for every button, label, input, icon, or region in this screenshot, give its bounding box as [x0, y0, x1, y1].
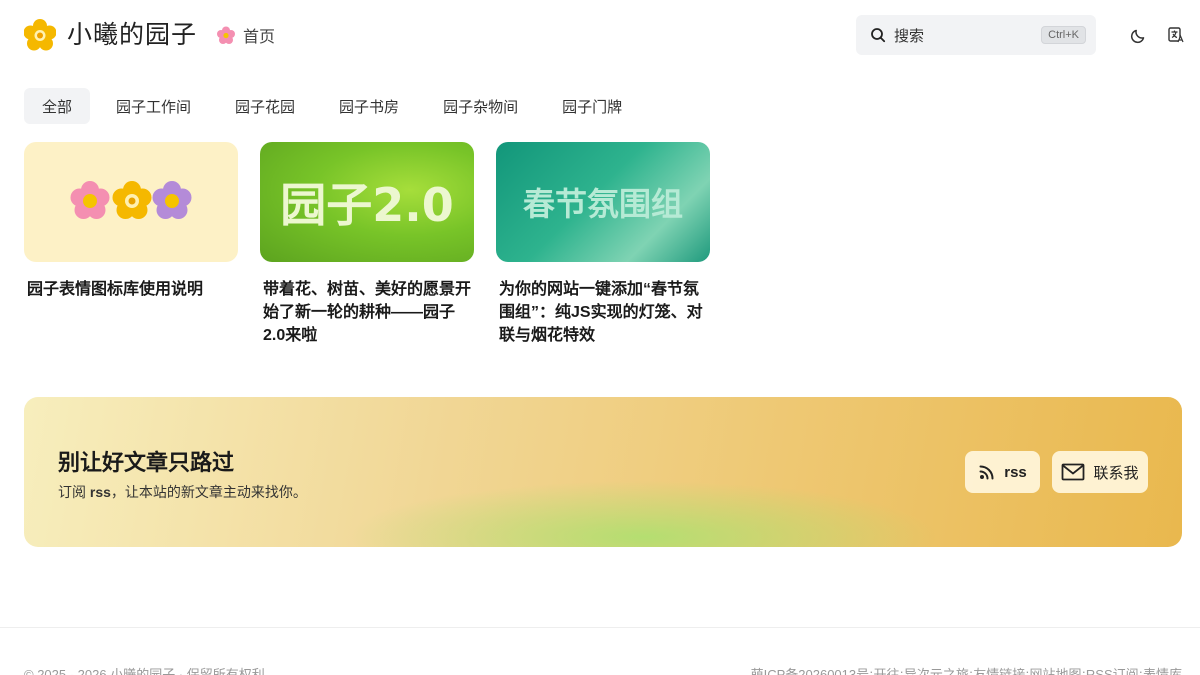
post-card[interactable]: 园子2.0 带着花、树苗、美好的愿景开始了新一轮的耕种——园子2.0来啦	[260, 142, 474, 347]
rss-button[interactable]: rss	[965, 451, 1040, 493]
footer-links: 萌ICP备20260013号 · 开往 · 异次元之旅 · 友情链接 · 网站地图 · R…	[751, 664, 1182, 675]
post-thumbnail[interactable]: 园子2.0	[260, 142, 474, 262]
nav-home-label: 首页	[243, 29, 276, 46]
contact-button-label: 联系我	[1093, 464, 1139, 482]
flower-logo-icon[interactable]	[24, 18, 56, 52]
search-shortcut-badge: Ctrl+K	[1041, 26, 1086, 44]
banner-title: 别让好文章只路过	[58, 450, 235, 475]
post-thumbnail[interactable]: 春节氛围组	[496, 142, 710, 262]
post-card[interactable]: 春节氛围组 为你的网站一键添加“春节氛围组”：纯JS实现的灯笼、对联与烟花特效	[496, 142, 710, 347]
post-title[interactable]: 园子表情图标库使用说明	[24, 278, 238, 301]
footer-link-sitemap[interactable]: 网站地图	[1030, 664, 1082, 675]
rss-button-label: rss	[1004, 463, 1027, 481]
footer-divider	[0, 627, 1200, 628]
tab-storage[interactable]: 园子杂物间	[425, 88, 536, 124]
rss-icon	[979, 465, 994, 480]
translate-icon[interactable]	[1166, 25, 1186, 45]
contact-button[interactable]: 联系我	[1052, 451, 1148, 493]
footer-link-icp[interactable]: 萌ICP备20260013号	[751, 664, 870, 675]
tab-garden[interactable]: 园子花园	[217, 88, 313, 124]
pink-flower-icon	[217, 26, 235, 44]
search-button[interactable]: 搜索 Ctrl+K	[856, 15, 1096, 55]
tab-study[interactable]: 园子书房	[321, 88, 417, 124]
tab-all[interactable]: 全部	[24, 88, 91, 124]
post-card[interactable]: 园子表情图标库使用说明	[24, 142, 238, 301]
tab-workshop[interactable]: 园子工作间	[98, 88, 209, 124]
banner-subtitle-suffix: ，让本站的新文章主动来找你。	[110, 484, 307, 500]
footer-link-otherdimension[interactable]: 异次元之旅	[904, 664, 969, 675]
footer-copyright: © 2025 - 2026 小曦的园子 · 保留所有权利	[24, 667, 265, 675]
thumbnail-text: 园子2.0	[280, 178, 454, 232]
subscribe-banner: 别让好文章只路过 订阅 rss，让本站的新文章主动来找你。 rss 联系我	[24, 397, 1182, 547]
moon-icon[interactable]	[1129, 25, 1149, 45]
three-flowers-icon	[70, 181, 192, 219]
post-title[interactable]: 带着花、树苗、美好的愿景开始了新一轮的耕种——园子2.0来啦	[260, 278, 474, 347]
banner-subtitle: 订阅 rss，让本站的新文章主动来找你。	[58, 482, 307, 502]
banner-subtitle-prefix: 订阅	[58, 484, 90, 500]
mail-icon	[1062, 463, 1085, 481]
category-tabs: 全部 园子工作间 园子花园 园子书房 园子杂物间 园子门牌	[24, 88, 648, 124]
post-thumbnail[interactable]	[24, 142, 238, 262]
site-header: 小曦的园子 首页 搜索 Ctrl+K	[0, 0, 1200, 70]
site-title[interactable]: 小曦的园子	[67, 18, 197, 52]
nav-home-link[interactable]: 首页	[217, 24, 275, 46]
banner-subtitle-rss: rss	[89, 484, 111, 500]
footer-link-travelling[interactable]: 开往	[873, 664, 899, 675]
post-title[interactable]: 为你的网站一键添加“春节氛围组”：纯JS实现的灯笼、对联与烟花特效	[496, 278, 710, 347]
search-label: 搜索	[894, 27, 925, 45]
footer-link-rss[interactable]: RSS订阅	[1086, 664, 1139, 675]
footer-link-emoji[interactable]: 表情库	[1143, 664, 1182, 675]
footer-link-friends[interactable]: 友情链接	[973, 664, 1025, 675]
tab-doorplate[interactable]: 园子门牌	[544, 88, 640, 124]
search-icon	[871, 28, 886, 43]
thumbnail-text: 春节氛围组	[522, 185, 683, 223]
